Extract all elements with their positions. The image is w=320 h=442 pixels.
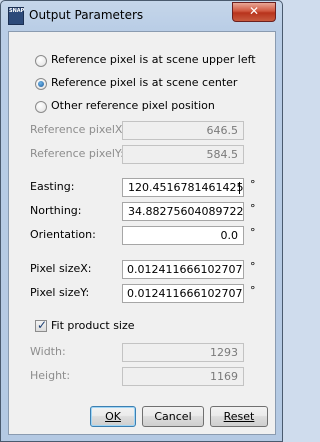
radio-upper-left[interactable] [35,55,47,67]
reference-pixel-y-field[interactable]: 584.5 [122,145,244,164]
northing-unit: ° [250,202,256,215]
output-parameters-dialog: SNAP Output Parameters ✕ Reference pixel… [0,0,283,442]
orientation-field[interactable]: 0.0 [122,226,244,245]
title-bar: SNAP Output Parameters ✕ [1,1,282,29]
reset-button-label: Reset [223,410,255,423]
fit-product-size-label[interactable]: Fit product size [51,319,135,332]
text-caret [239,182,240,194]
northing-label: Northing: [30,204,82,217]
snap-app-icon: SNAP [8,7,24,25]
radio-scene-center-label[interactable]: Reference pixel is at scene center [51,76,237,89]
close-button[interactable]: ✕ [232,2,276,22]
pixel-size-y-unit: ° [250,284,256,297]
width-field[interactable]: 1293 [122,343,244,362]
ok-button-label: OK [105,410,121,423]
reference-pixel-x-field[interactable]: 646.5 [122,121,244,140]
reference-pixel-y-label: Reference pixelY: [30,147,124,160]
radio-other-position-label[interactable]: Other reference pixel position [51,99,215,112]
dialog-title: Output Parameters [29,8,144,22]
pixel-size-y-label: Pixel sizeY: [30,286,90,299]
reset-button[interactable]: Reset [210,406,268,427]
pixel-size-y-field[interactable]: 0.012411666102707386 [122,284,244,303]
radio-scene-center[interactable] [35,78,47,90]
easting-value: 120.45167814614251 [128,181,244,194]
orientation-label: Orientation: [30,228,96,241]
reference-pixel-x-label: Reference pixelX: [30,123,127,136]
height-field[interactable]: 1169 [122,367,244,386]
dialog-content: Reference pixel is at scene upper left R… [8,31,276,435]
ok-button[interactable]: OK [90,406,136,427]
fit-product-size-checkbox[interactable]: ✓ [35,318,48,332]
pixel-size-x-unit: ° [250,260,256,273]
northing-field[interactable]: 34.88275604089722 [122,202,244,221]
radio-upper-left-label[interactable]: Reference pixel is at scene upper left [51,53,256,66]
orientation-unit: ° [250,226,256,239]
radio-other-position[interactable] [35,101,47,113]
pixel-size-x-field[interactable]: 0.012411666102707386 [122,260,244,279]
pixel-size-x-label: Pixel sizeX: [30,262,92,275]
easting-field[interactable]: 120.45167814614251 [122,178,244,197]
radio-selected-dot [38,81,44,87]
checkmark-icon: ✓ [37,318,48,332]
cancel-button[interactable]: Cancel [142,406,204,427]
cancel-button-label: Cancel [154,410,192,423]
height-label: Height: [30,369,71,382]
width-label: Width: [30,345,66,358]
easting-label: Easting: [30,180,75,193]
easting-unit: ° [250,178,256,191]
